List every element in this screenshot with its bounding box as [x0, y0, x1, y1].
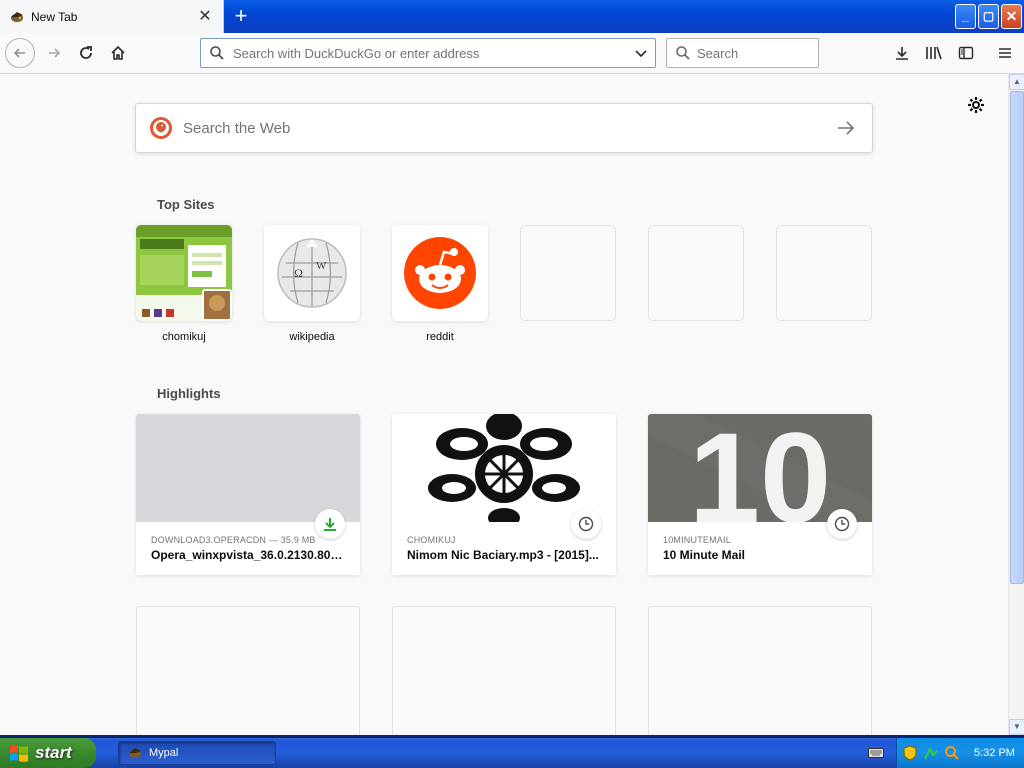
highlight-empty-slot [392, 606, 616, 735]
highlight-card-chomikuj[interactable]: CHOMIKUJ Nimom Nic Baciary.mp3 - [2015].… [392, 414, 616, 575]
library-button[interactable] [919, 38, 949, 68]
highlight-context: CHOMIKUJ [407, 535, 456, 545]
gear-icon[interactable] [966, 95, 986, 115]
search-bar-placeholder: Search [697, 45, 739, 61]
home-icon [111, 45, 125, 60]
hamburger-menu-icon [999, 48, 1011, 58]
tab-title: New Tab [31, 9, 78, 24]
forward-arrow-icon [49, 48, 61, 58]
windows-taskbar: start Mypal 5:32 PM [0, 738, 1024, 768]
back-arrow-icon [13, 48, 25, 58]
highlight-empty-slot [648, 606, 872, 735]
sidebar-toggle-button[interactable] [951, 38, 981, 68]
new-tab-page: Search the Web Top Sites Ω W chomikuj wi… [0, 74, 1008, 735]
scroll-down-button[interactable]: ▼ [1009, 719, 1024, 735]
close-window-button[interactable]: ✕ [1001, 4, 1022, 29]
forward-button[interactable] [39, 38, 69, 68]
downloads-button[interactable] [887, 38, 917, 68]
highlight-card-opera-download[interactable]: DOWNLOAD3.OPERACDN — 35.9 MB Opera_winxp… [136, 414, 360, 575]
navigation-toolbar: Search with DuckDuckGo or enter address … [0, 33, 1024, 74]
clock-icon [578, 516, 594, 532]
address-bar[interactable]: Search with DuckDuckGo or enter address [200, 38, 656, 68]
new-tab-button[interactable]: + [230, 5, 252, 28]
address-bar-placeholder: Search with DuckDuckGo or enter address [233, 45, 480, 61]
arrow-right-icon[interactable] [836, 120, 856, 136]
highlight-context: DOWNLOAD3.OPERACDN — 35.9 MB [151, 535, 316, 545]
mypal-favicon-icon [11, 11, 23, 22]
top-site-label[interactable]: reddit [392, 331, 488, 343]
start-button[interactable]: start [0, 738, 96, 768]
scrollbar-thumb[interactable] [1010, 91, 1024, 584]
menu-button[interactable] [990, 38, 1020, 68]
reload-button[interactable] [71, 38, 101, 68]
home-button[interactable] [103, 38, 133, 68]
top-sites-heading: Top Sites [157, 197, 215, 212]
minimize-button[interactable]: _ [955, 4, 976, 29]
top-site-empty-slot [648, 225, 744, 321]
back-button[interactable] [5, 38, 35, 68]
highlight-title: Opera_winxpvista_36.0.2130.80_... [151, 548, 347, 562]
download-icon [896, 47, 908, 60]
top-site-wikipedia[interactable]: Ω W [264, 225, 360, 321]
top-site-reddit[interactable] [392, 225, 488, 321]
mypal-app-icon [129, 748, 141, 758]
taskbar-item-label: Mypal [149, 747, 179, 759]
web-search-placeholder: Search the Web [183, 119, 291, 137]
highlight-thumbnail-ornament [392, 414, 616, 522]
highlight-thumbnail [136, 414, 360, 522]
system-tray: 5:32 PM [896, 738, 1024, 768]
maximize-button[interactable]: ▢ [978, 4, 999, 29]
top-site-empty-slot [776, 225, 872, 321]
wikipedia-logo-icon: Ω W [264, 225, 360, 321]
history-badge [571, 509, 601, 539]
highlight-context: 10MINUTEMAIL [663, 535, 731, 545]
highlight-title: 10 Minute Mail [663, 548, 746, 562]
download-icon [324, 518, 336, 531]
scroll-up-button[interactable]: ▲ [1009, 74, 1024, 90]
search-icon [210, 46, 224, 60]
windows-logo-icon [10, 745, 28, 762]
highlight-thumbnail-text: 10 [689, 414, 831, 522]
clock-icon [834, 516, 850, 532]
highlight-card-10minutemail[interactable]: 10 10MINUTEMAIL 10 Minute Mail [648, 414, 872, 575]
highlight-thumbnail-10minutemail: 10 [648, 414, 872, 522]
highlight-title: Nimom Nic Baciary.mp3 - [2015]... [407, 548, 599, 562]
reload-icon [80, 46, 92, 59]
reddit-logo-icon [392, 225, 488, 321]
search-tray-icon[interactable] [944, 745, 960, 761]
vertical-scrollbar[interactable]: ▲ ▼ [1008, 74, 1024, 735]
search-bar[interactable]: Search [666, 38, 819, 68]
top-site-chomikuj[interactable] [136, 225, 232, 321]
svg-text:Ω: Ω [294, 266, 303, 280]
top-site-label[interactable]: chomikuj [136, 331, 232, 343]
sidebar-icon [958, 46, 974, 60]
taskbar-item-mypal[interactable]: Mypal [118, 741, 276, 765]
tab-new-tab[interactable]: New Tab ✕ [0, 0, 224, 33]
library-icon [926, 46, 942, 60]
taskbar-clock: 5:32 PM [974, 747, 1015, 759]
security-shield-icon[interactable] [902, 745, 918, 761]
highlights-heading: Highlights [157, 386, 221, 401]
keyboard-icon[interactable] [868, 746, 884, 760]
title-bar: New Tab ✕ + _ ▢ ✕ [0, 0, 1024, 33]
start-label: start [35, 743, 72, 762]
download-badge [315, 509, 345, 539]
top-site-label[interactable]: wikipedia [264, 331, 360, 343]
duckduckgo-logo-icon [150, 117, 172, 139]
tab-close-icon[interactable]: ✕ [197, 8, 213, 25]
history-badge [827, 509, 857, 539]
search-icon [676, 46, 690, 60]
highlight-empty-slot [136, 606, 360, 735]
network-icon[interactable] [923, 745, 939, 761]
chomikuj-thumbnail [136, 225, 232, 321]
svg-text:W: W [316, 260, 327, 272]
top-site-empty-slot [520, 225, 616, 321]
web-search-box[interactable]: Search the Web [135, 103, 873, 153]
chevron-down-icon[interactable] [633, 46, 649, 60]
